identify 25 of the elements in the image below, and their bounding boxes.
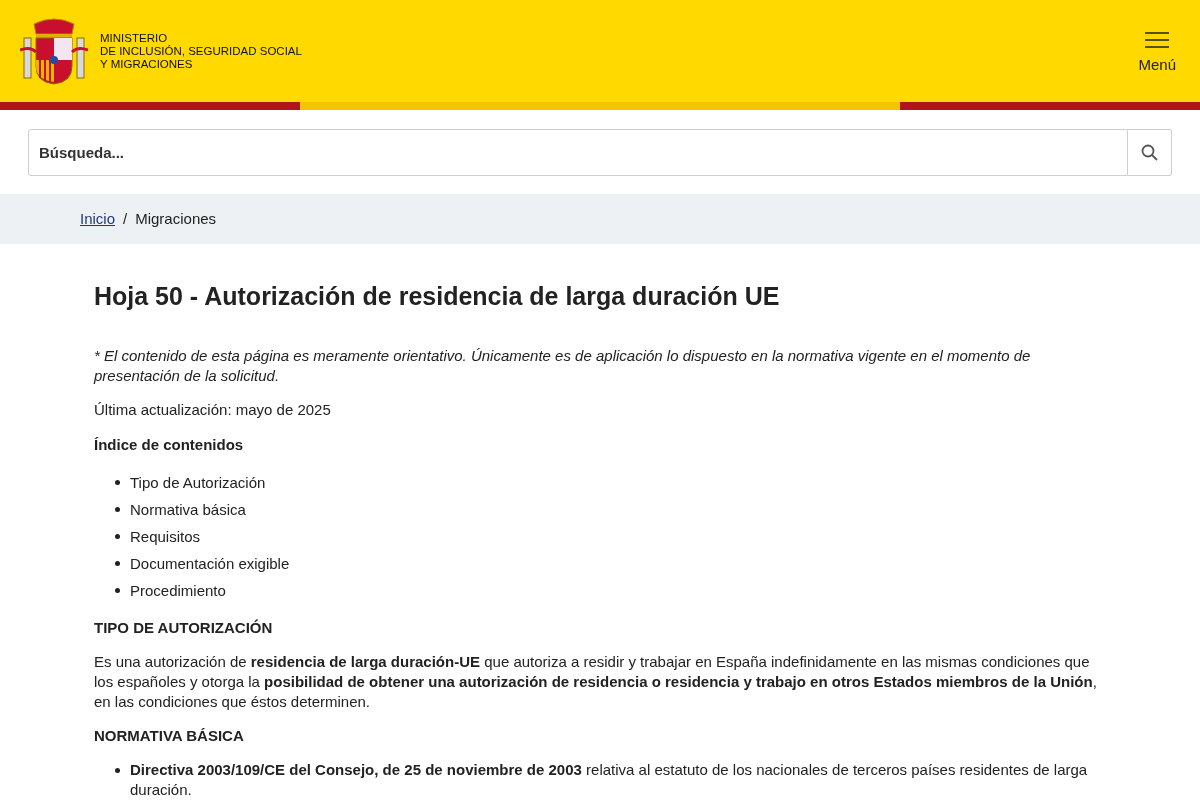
index-heading: Índice de contenidos bbox=[94, 435, 245, 455]
section-heading: TIPO DE AUTORIZACIÓN bbox=[94, 618, 274, 638]
index-item[interactable]: Requisitos bbox=[115, 523, 1106, 550]
index-item[interactable]: Normativa básica bbox=[115, 496, 1106, 523]
menu-icon bbox=[1145, 31, 1170, 48]
last-updated-text: Última actualización: mayo de 2025 bbox=[94, 400, 332, 420]
breadcrumb-link[interactable]: Inicio bbox=[80, 207, 116, 231]
ministry-name-line: Y MIGRACIONES bbox=[100, 57, 194, 71]
search-field[interactable]: Búsqueda... bbox=[28, 129, 1128, 176]
page-title: Hoja 50 - Autorización de residencia de larga duración UE bbox=[94, 281, 781, 312]
index-item[interactable]: Procedimiento bbox=[115, 577, 1106, 604]
section-heading: NORMATIVA BÁSICA bbox=[94, 726, 245, 746]
section-paragraph: Es una autorización de residencia de larga duración-UE que autoriza a residir y trabajar en España indefinidamente en las mismas condiciones que los españoles y otorga la posibilidad de obtener una autorización de residencia o residencia y trabajo en otros Estados miembros de la Unión, en las condiciones que éstos determinen. bbox=[94, 652, 1098, 712]
index-item[interactable]: Tipo de Autorización bbox=[115, 469, 1106, 496]
disclaimer-text: * El contenido de esta página es meramente orientativo. Únicamente es de aplicación lo dispuesto en la normativa vigente en el momento de presentación de la solicitud. bbox=[94, 346, 1032, 386]
breadcrumb-separator: / bbox=[123, 208, 128, 229]
search-button[interactable] bbox=[1128, 129, 1172, 176]
search-icon bbox=[1141, 144, 1158, 161]
regulation-item: Directiva 2003/109/CE del Consejo, de 25 de noviembre de 2003 relativa al estatuto de los nacionales de terceros países residentes de larga duración. bbox=[130, 760, 1089, 800]
ministry-name-line: MINISTERIO bbox=[100, 31, 169, 45]
breadcrumb-current: Migraciones bbox=[135, 208, 217, 229]
ministry-name-line: DE INCLUSIÓN, SEGURIDAD SOCIAL bbox=[100, 44, 302, 58]
index-item[interactable]: Documentación exigible bbox=[115, 550, 1106, 577]
coat-of-arms-logo bbox=[20, 16, 88, 86]
menu-button[interactable]: Menú bbox=[1138, 31, 1176, 77]
